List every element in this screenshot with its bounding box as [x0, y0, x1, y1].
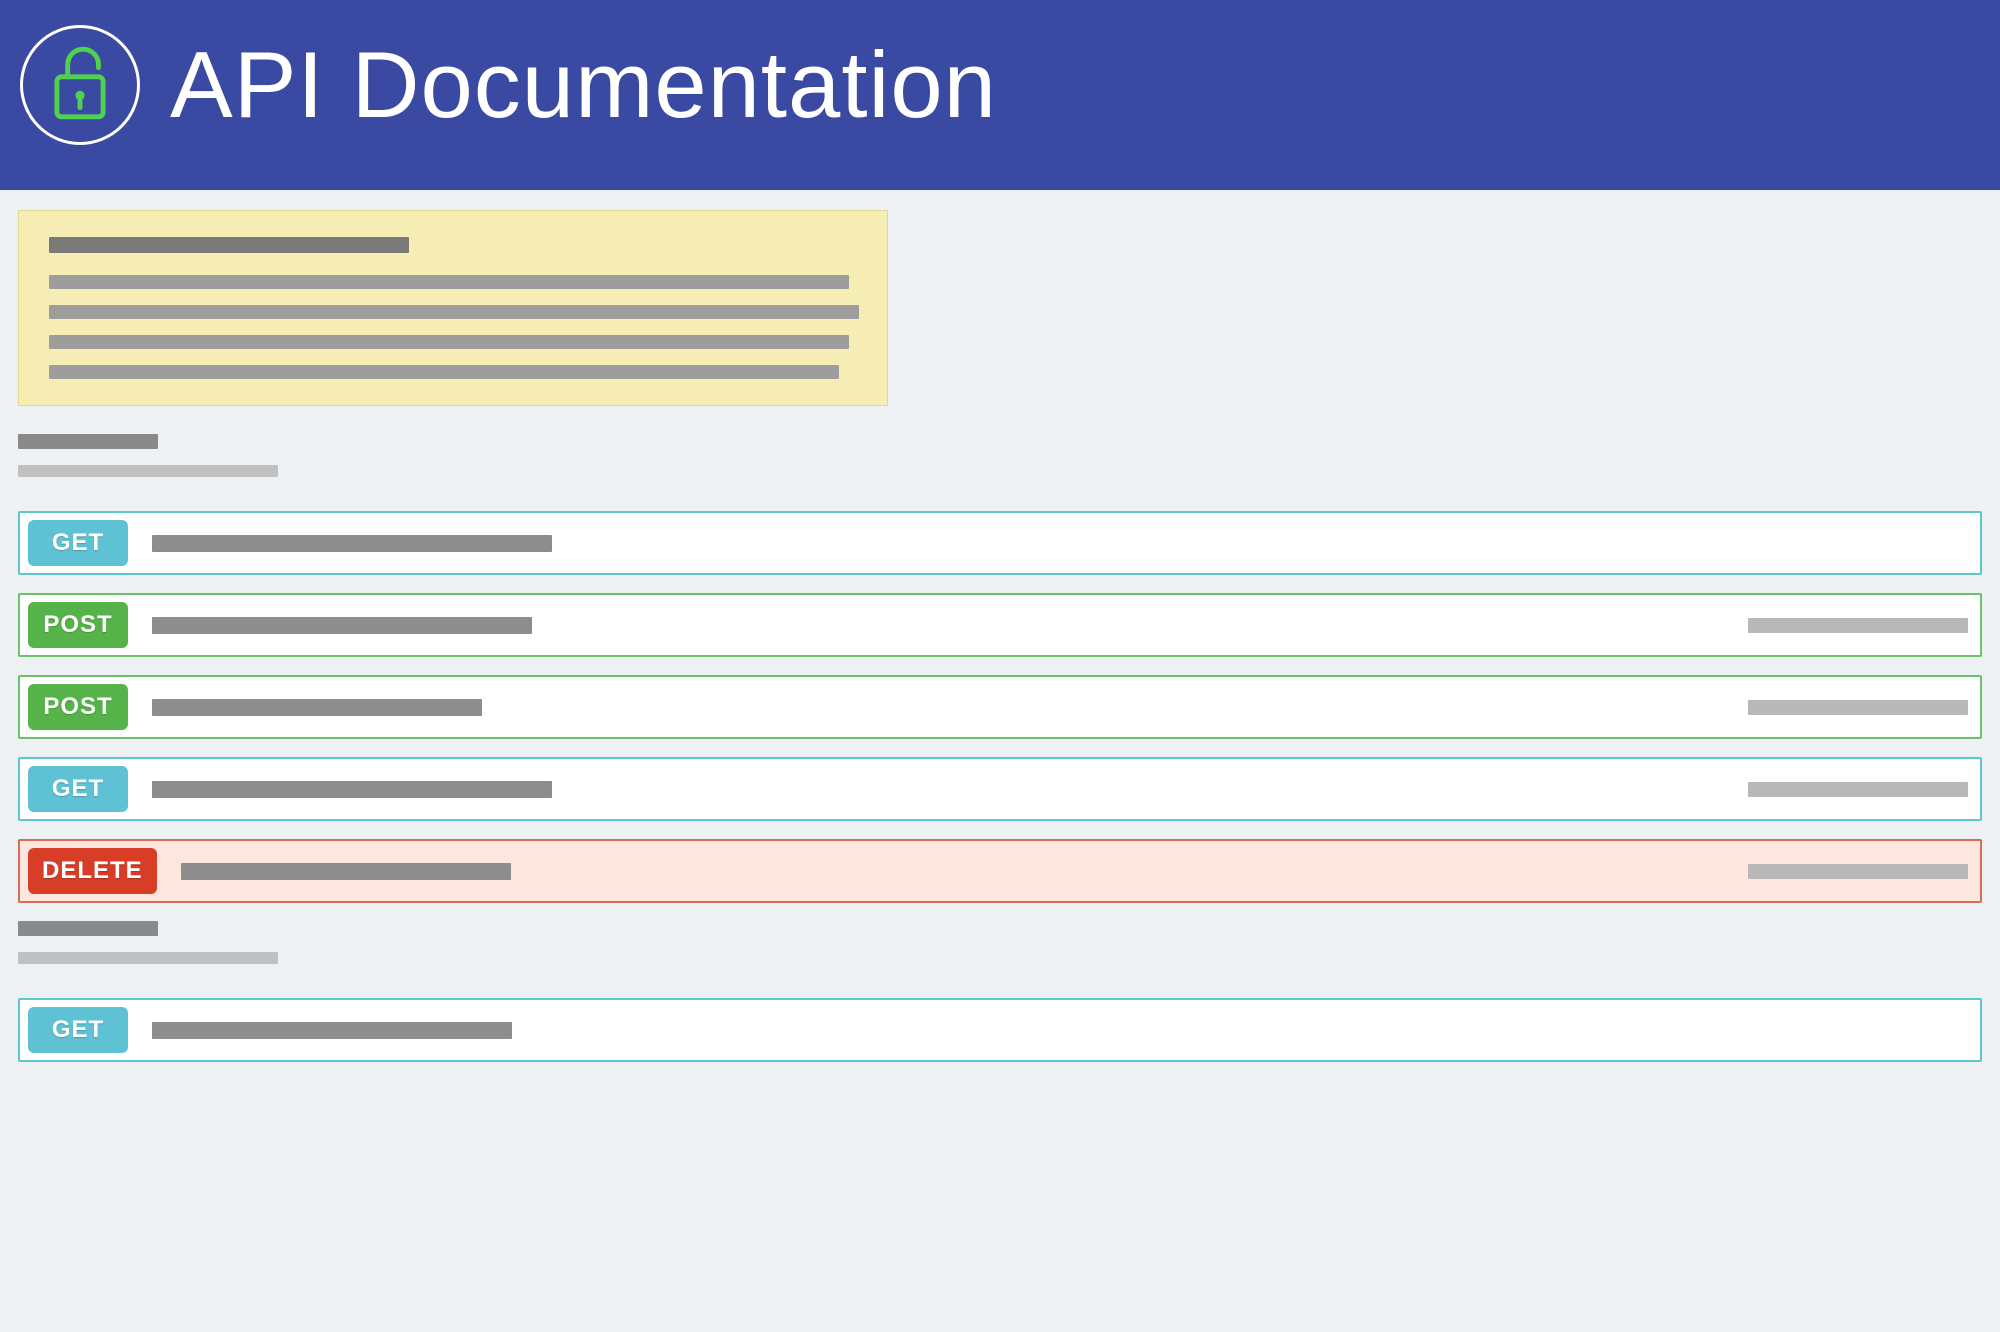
http-method-badge: POST: [28, 602, 128, 648]
main-content: GET POST POST GET DELETE GET: [0, 190, 2000, 1062]
info-line: [49, 275, 849, 289]
endpoint-row[interactable]: POST: [18, 675, 1982, 739]
info-heading-placeholder: [49, 237, 409, 253]
http-method-badge: GET: [28, 766, 128, 812]
endpoint-path-placeholder: [152, 781, 552, 798]
section-title-placeholder: [18, 434, 158, 449]
page-title: API Documentation: [170, 31, 997, 139]
endpoint-path-placeholder: [152, 617, 532, 634]
http-method-badge: GET: [28, 520, 128, 566]
http-method-badge: DELETE: [28, 848, 157, 894]
http-method-badge: GET: [28, 1007, 128, 1053]
endpoint-summary-placeholder: [1748, 700, 1968, 715]
endpoint-summary-placeholder: [1748, 618, 1968, 633]
section-subtitle-placeholder: [18, 465, 278, 477]
endpoint-path-placeholder: [152, 1022, 512, 1039]
info-line: [49, 335, 849, 349]
endpoint-row[interactable]: GET: [18, 757, 1982, 821]
http-method-badge: POST: [28, 684, 128, 730]
info-callout: [18, 210, 888, 406]
endpoint-row[interactable]: GET: [18, 998, 1982, 1062]
endpoint-summary-placeholder: [1748, 782, 1968, 797]
section-heading: [18, 434, 1982, 477]
endpoints-list: GET POST POST GET DELETE: [18, 511, 1982, 903]
section-heading: [18, 921, 1982, 964]
endpoints-list: GET: [18, 998, 1982, 1062]
endpoint-row[interactable]: POST: [18, 593, 1982, 657]
endpoint-path-placeholder: [152, 699, 482, 716]
logo-badge: [20, 25, 140, 145]
section-title-placeholder: [18, 921, 158, 936]
page-header: API Documentation: [0, 0, 2000, 190]
endpoint-row[interactable]: DELETE: [18, 839, 1982, 903]
info-line: [49, 365, 839, 379]
endpoint-path-placeholder: [152, 535, 552, 552]
endpoint-row[interactable]: GET: [18, 511, 1982, 575]
endpoint-path-placeholder: [181, 863, 511, 880]
info-line: [49, 305, 859, 319]
section-subtitle-placeholder: [18, 952, 278, 964]
unlock-icon: [49, 43, 111, 128]
endpoint-summary-placeholder: [1748, 864, 1968, 879]
